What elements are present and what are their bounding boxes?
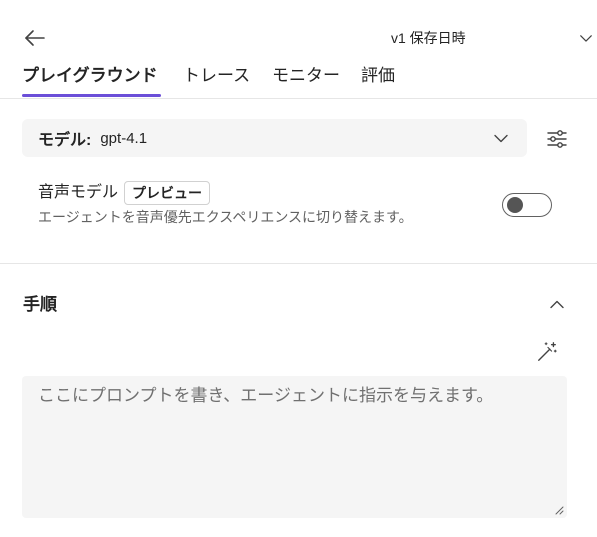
chevron-up-icon: [550, 300, 564, 309]
magic-wand-icon: [538, 342, 557, 361]
section-divider: [0, 263, 597, 264]
voice-model-description: エージェントを音声優先エクスペリエンスに切り替えます。: [38, 209, 413, 225]
prompt-input[interactable]: [22, 376, 567, 518]
resize-handle[interactable]: [554, 505, 564, 515]
voice-model-title: 音声モデル: [38, 184, 119, 201]
preview-badge: プレビュー: [124, 181, 211, 205]
tab-traces[interactable]: トレース: [183, 64, 250, 88]
sliders-icon: [547, 130, 567, 148]
tab-evaluation[interactable]: 評価: [361, 64, 395, 88]
tab-bar: プレイグラウンド トレース モニター 評価: [22, 64, 422, 98]
version-label[interactable]: v1 保存日時: [391, 29, 466, 47]
generate-prompt-button[interactable]: [536, 341, 558, 363]
resize-handle-icon: [555, 506, 564, 515]
voice-model-header: 音声モデル プレビュー: [38, 181, 211, 205]
instructions-collapse-button[interactable]: [549, 297, 565, 313]
tabs-divider: [0, 98, 597, 99]
chevron-down-icon: [580, 35, 592, 42]
toggle-knob: [507, 197, 523, 213]
selected-tab-indicator: [22, 94, 161, 97]
chevron-down-icon: [494, 134, 508, 143]
model-dropdown[interactable]: モデル: gpt-4.1: [22, 119, 527, 157]
back-arrow-icon: [25, 30, 45, 46]
instructions-title: 手順: [23, 295, 57, 314]
model-chevron: [493, 130, 509, 146]
voice-model-toggle[interactable]: [502, 193, 552, 217]
tab-monitor[interactable]: モニター: [272, 64, 340, 88]
version-dropdown-button[interactable]: [578, 30, 594, 46]
tab-playground[interactable]: プレイグラウンド: [22, 64, 158, 88]
model-settings-button[interactable]: [545, 127, 569, 151]
back-button[interactable]: [20, 23, 50, 53]
model-value: gpt-4.1: [100, 129, 148, 147]
model-label: モデル:: [38, 132, 92, 149]
